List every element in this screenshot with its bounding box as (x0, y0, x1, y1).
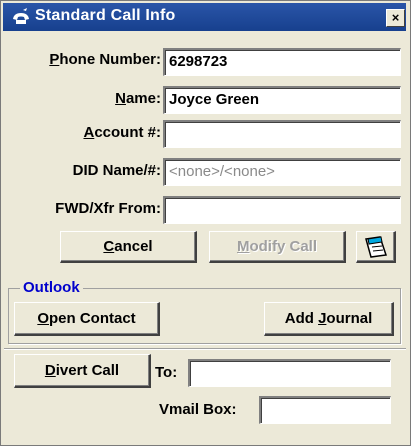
vmail-box-field[interactable] (259, 396, 391, 424)
did-field: <none>/<none> (163, 158, 401, 186)
title-bar[interactable]: Standard Call Info × (3, 3, 406, 31)
phone-number-field[interactable]: 6298723 (163, 48, 401, 76)
cancel-button[interactable]: Cancel (60, 231, 197, 263)
notepad-icon (364, 235, 387, 258)
close-button[interactable]: × (386, 9, 405, 27)
to-label: To: (155, 364, 178, 381)
did-label: DID Name/#: (72, 162, 161, 179)
divider (4, 348, 406, 350)
add-journal-button[interactable]: Add Journal (264, 302, 394, 336)
vmail-box-label: Vmail Box: (159, 401, 237, 418)
modify-call-button[interactable]: Modify Call (209, 231, 346, 263)
fwd-xfr-field[interactable] (163, 196, 401, 224)
to-field[interactable] (188, 359, 391, 387)
phone-number-label: Phone Number: (49, 51, 161, 68)
name-field[interactable]: Joyce Green (163, 86, 401, 114)
name-label: Name: (115, 90, 161, 107)
fwd-xfr-label: FWD/Xfr From: (55, 200, 161, 217)
close-icon: × (391, 10, 400, 25)
notes-button[interactable] (356, 231, 396, 263)
open-contact-button[interactable]: Open Contact (14, 302, 160, 336)
phone-number-value: 6298723 (169, 53, 228, 70)
phone-icon (13, 8, 29, 24)
account-field[interactable] (163, 120, 401, 148)
name-value: Joyce Green (169, 91, 260, 108)
window-title: Standard Call Info (35, 7, 176, 24)
account-label: Account #: (83, 124, 161, 141)
divert-call-button[interactable]: Divert Call (14, 354, 151, 388)
did-value: <none>/<none> (169, 163, 275, 180)
outlook-group-title: Outlook (20, 279, 83, 296)
